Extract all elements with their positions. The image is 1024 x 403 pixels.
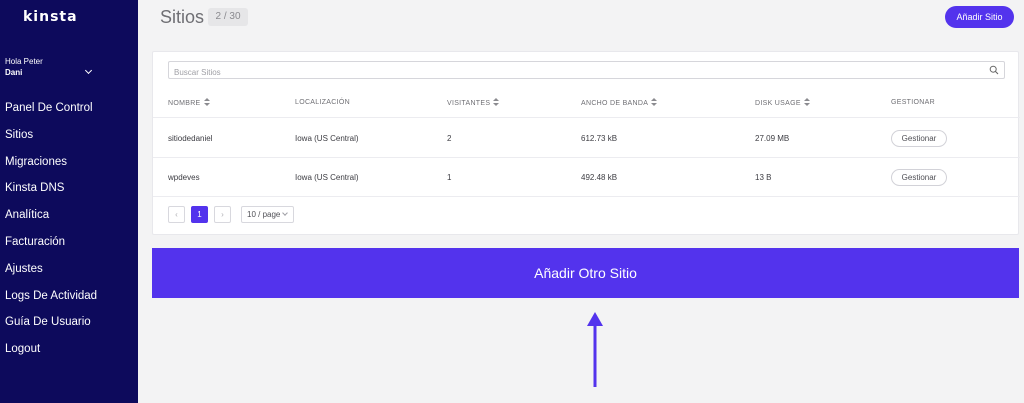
- column-header-disk[interactable]: DISK USAGE: [755, 98, 810, 107]
- manage-button[interactable]: Gestionar: [891, 169, 947, 186]
- column-header-bandwidth[interactable]: ANCHO DE BANDA: [581, 98, 658, 107]
- search-input[interactable]: [169, 64, 969, 81]
- column-header-location: LOCALIZACIÓN: [295, 99, 350, 106]
- add-another-site-button[interactable]: Añadir Otro Sitio: [152, 248, 1019, 298]
- sort-icon[interactable]: [493, 98, 500, 106]
- site-disk-usage: 27.09 MB: [755, 134, 790, 143]
- site-name[interactable]: wpdeves: [168, 173, 200, 182]
- page-title: Sitios: [160, 7, 205, 27]
- table-header: NOMBRE LOCALIZACIÓN VISITANTES ANCHO DE …: [153, 89, 1020, 118]
- column-header-visitors[interactable]: VISITANTES: [447, 98, 500, 107]
- kinsta-logo[interactable]: kinsta: [23, 9, 78, 25]
- site-bandwidth: 492.48 kB: [581, 173, 618, 182]
- sidebar-nav: Panel De Control Sitios Migraciones Kins…: [5, 102, 97, 370]
- user-menu[interactable]: Hola Peter Dani: [5, 57, 95, 78]
- sidebar-item-ajustes[interactable]: Ajustes: [5, 263, 97, 290]
- arrow-up-icon: [587, 312, 603, 387]
- column-header-name[interactable]: NOMBRE: [168, 98, 210, 107]
- search-box: [168, 61, 1005, 81]
- pagination-next-button[interactable]: ›: [214, 206, 231, 223]
- sidebar-item-dns[interactable]: Kinsta DNS: [5, 182, 97, 209]
- page-size-select[interactable]: 10 / page: [241, 206, 294, 223]
- pagination-page-1[interactable]: 1: [191, 206, 208, 223]
- sidebar-item-migraciones[interactable]: Migraciones: [5, 156, 97, 183]
- sidebar-item-logout[interactable]: Logout: [5, 343, 97, 370]
- sidebar-item-sitios[interactable]: Sitios: [5, 129, 97, 156]
- sort-icon[interactable]: [651, 98, 658, 106]
- site-location: Iowa (US Central): [295, 173, 359, 182]
- site-location: Iowa (US Central): [295, 134, 359, 143]
- table-row: sitiodedaniel Iowa (US Central) 2 612.73…: [153, 119, 1020, 158]
- sidebar-item-analitica[interactable]: Analítica: [5, 209, 97, 236]
- table-row: wpdeves Iowa (US Central) 1 492.48 kB 13…: [153, 158, 1020, 197]
- site-visitors: 2: [447, 134, 452, 143]
- sidebar-item-facturacion[interactable]: Facturación: [5, 236, 97, 263]
- sidebar-item-panel[interactable]: Panel De Control: [5, 102, 97, 129]
- site-disk-usage: 13 B: [755, 173, 772, 182]
- search-icon[interactable]: [989, 65, 999, 75]
- sites-card: NOMBRE LOCALIZACIÓN VISITANTES ANCHO DE …: [152, 51, 1020, 235]
- sort-icon[interactable]: [803, 98, 810, 106]
- sites-count-badge: 2 / 30: [208, 8, 248, 26]
- user-name: Dani: [5, 68, 23, 77]
- site-bandwidth: 612.73 kB: [581, 134, 618, 143]
- chevron-down-icon: [282, 210, 288, 216]
- site-visitors: 1: [447, 173, 452, 182]
- user-greeting: Hola Peter: [5, 57, 43, 66]
- sidebar-item-logs[interactable]: Logs De Actividad: [5, 290, 97, 317]
- column-header-manage: GESTIONAR: [891, 99, 935, 106]
- sidebar-item-guia[interactable]: Guía De Usuario: [5, 316, 97, 343]
- site-name[interactable]: sitiodedaniel: [168, 134, 212, 143]
- manage-button[interactable]: Gestionar: [891, 130, 947, 147]
- pagination-prev-button[interactable]: ‹: [168, 206, 185, 223]
- add-site-button[interactable]: Añadir Sitio: [945, 6, 1014, 28]
- sidebar: kinsta Hola Peter Dani Panel De Control …: [0, 0, 138, 403]
- sort-icon[interactable]: [203, 98, 210, 106]
